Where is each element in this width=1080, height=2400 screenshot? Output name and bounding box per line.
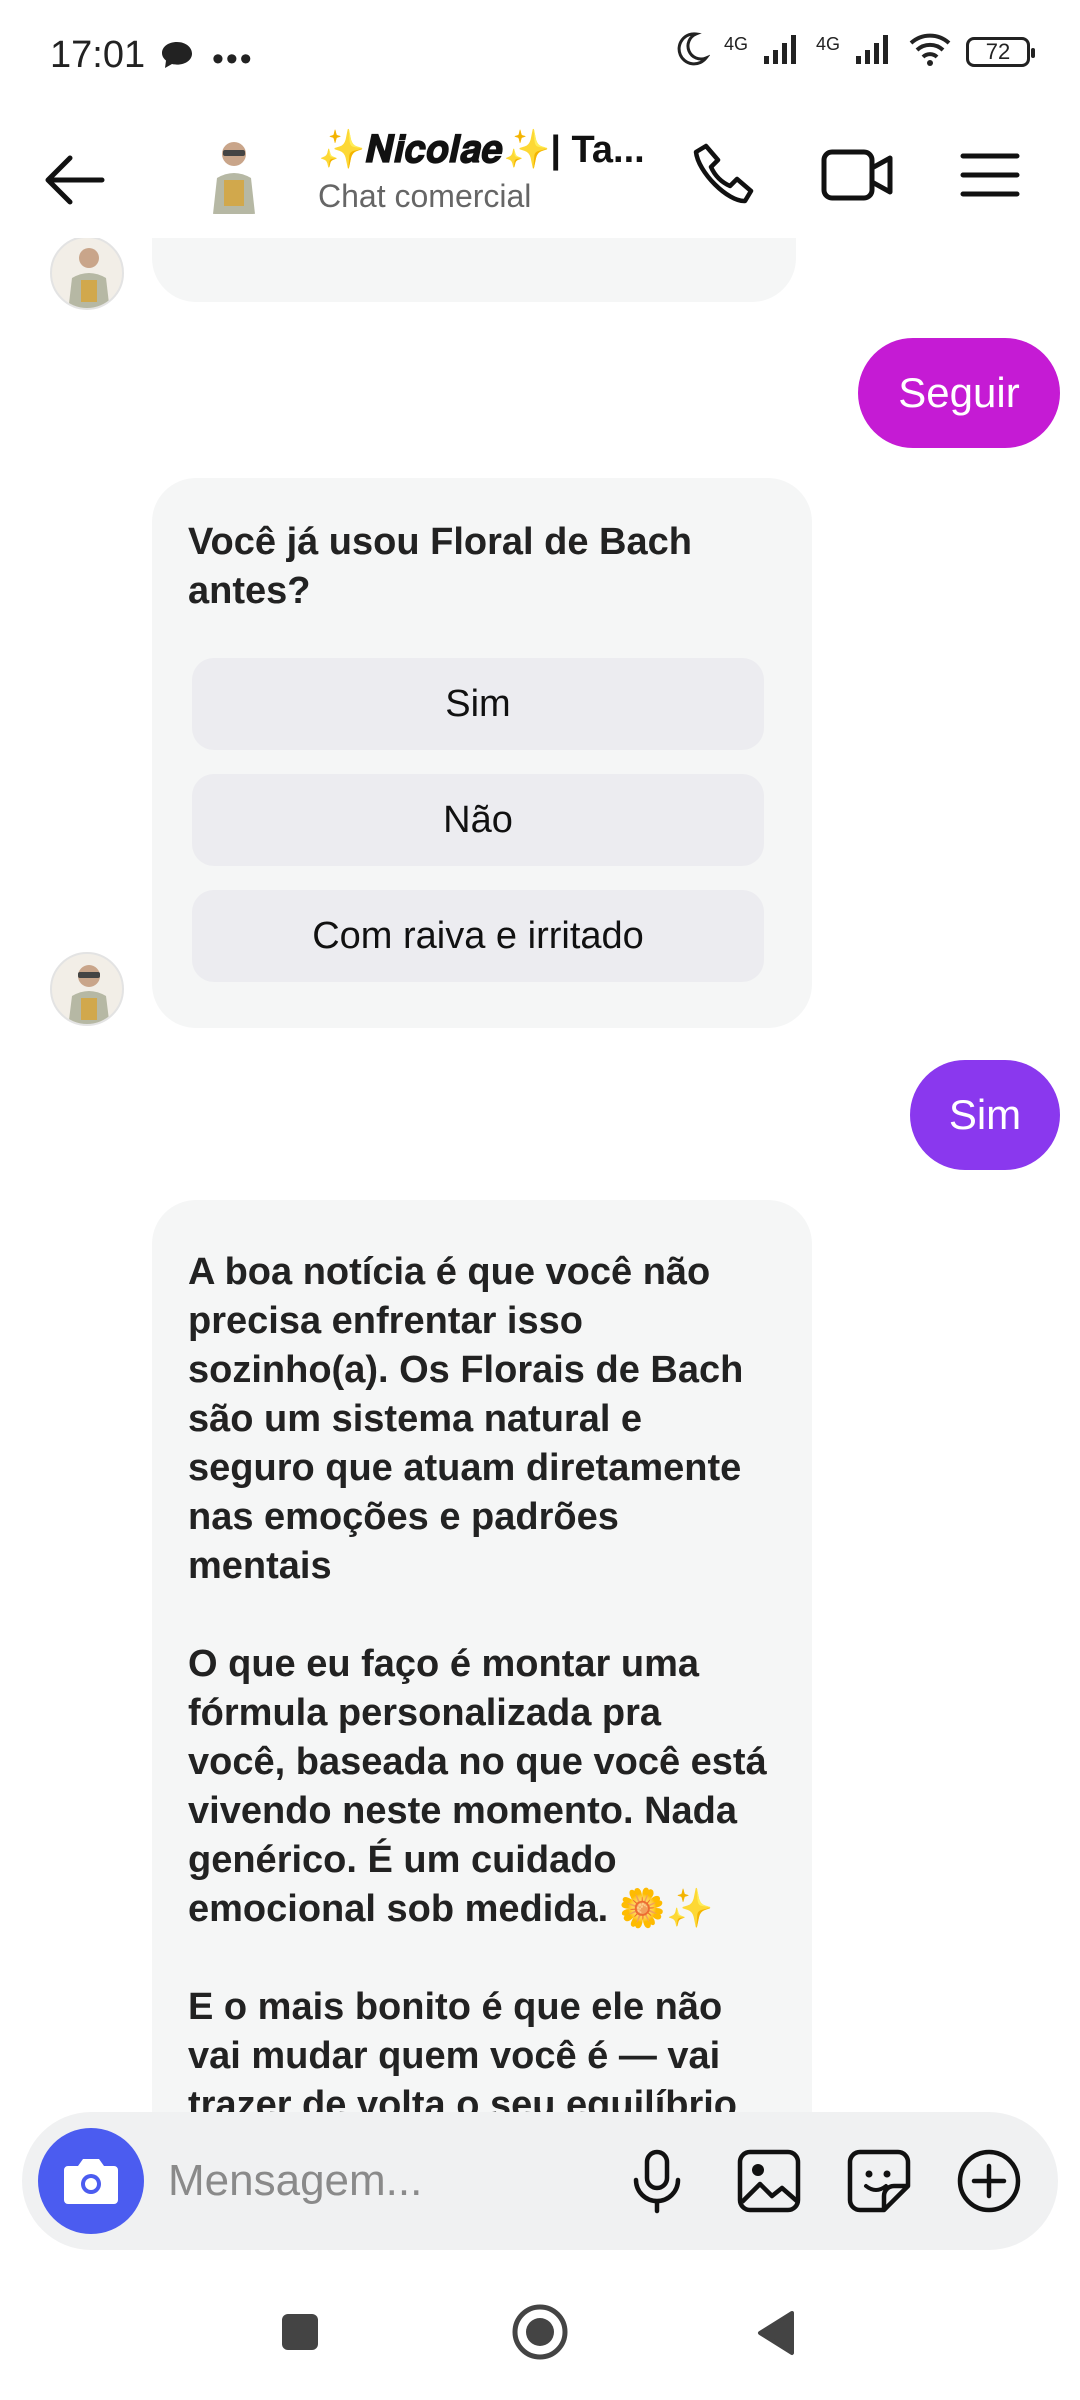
back-button[interactable] — [40, 150, 110, 210]
home-button[interactable] — [510, 2302, 570, 2362]
sticker-button[interactable] — [844, 2146, 914, 2216]
contact-avatar[interactable] — [205, 132, 263, 214]
sender-avatar[interactable] — [50, 952, 124, 1026]
network-type-label: 4G — [723, 34, 748, 54]
message-input[interactable] — [166, 2144, 590, 2218]
chat-header: ✨𝑵𝒊𝒄𝒐𝒍𝒂𝒆✨| Ta... Chat comercial — [0, 120, 1080, 238]
previous-message-bubble — [152, 238, 796, 302]
status-icons: 4G 4G 72 — [672, 30, 1035, 73]
camera-icon — [64, 2159, 118, 2204]
avatar-person-icon — [68, 248, 110, 308]
message-composer — [22, 2112, 1058, 2250]
question-bubble: Você já usou Floral de Bach antes? Sim N… — [152, 478, 812, 1028]
paragraph-3: E o mais bonito é que ele não vai mudar … — [188, 1986, 738, 2112]
chat-title[interactable]: ✨𝑵𝒊𝒄𝒐𝒍𝒂𝒆✨| Ta... — [318, 128, 645, 172]
sent-message-bubble[interactable]: Sim — [910, 1060, 1060, 1170]
system-navigation-bar — [0, 2270, 1080, 2400]
messages-area[interactable]: Seguir Você já usou Floral de Bach antes… — [0, 238, 1080, 2112]
video-call-button[interactable] — [820, 140, 896, 210]
microphone-icon — [633, 2149, 681, 2214]
signal-icon — [762, 32, 802, 71]
option-button-sim[interactable]: Sim — [192, 658, 764, 750]
back-nav-button[interactable] — [756, 2310, 796, 2356]
status-bar: 17:01 ••• 4G 4G 72 — [0, 0, 1080, 120]
triangle-back-icon — [758, 2311, 794, 2355]
image-icon — [737, 2149, 801, 2213]
hamburger-menu-icon — [960, 153, 1020, 197]
option-button-nao[interactable]: Não — [192, 774, 764, 866]
chat-subtitle: Chat comercial — [318, 178, 532, 214]
battery-icon: 72 — [966, 36, 1035, 67]
battery-level: 72 — [985, 38, 1011, 64]
camera-button[interactable] — [38, 2128, 144, 2234]
phone-icon — [693, 143, 754, 204]
avatar-person-icon — [68, 965, 110, 1024]
more-notifications-icon: ••• — [212, 40, 254, 78]
sent-message-text: Seguir — [898, 369, 1020, 416]
circle-home-icon — [512, 2304, 568, 2360]
sender-avatar[interactable] — [50, 238, 124, 310]
voice-call-button[interactable] — [690, 140, 760, 210]
gallery-button[interactable] — [734, 2146, 804, 2216]
wifi-icon — [908, 31, 952, 72]
sticker-icon — [847, 2149, 911, 2213]
question-text: Você já usou Floral de Bach antes? — [188, 521, 692, 612]
network-type-label-2: 4G — [815, 34, 840, 54]
long-message-text: A boa notícia é que você não precisa enf… — [188, 1248, 768, 2112]
option-button-com-raiva[interactable]: Com raiva e irritado — [192, 890, 764, 982]
paragraph-2: O que eu faço é montar uma fórmula perso… — [188, 1643, 767, 1930]
sent-message-bubble[interactable]: Seguir — [858, 338, 1060, 448]
avatar-person-icon — [205, 132, 263, 214]
plus-circle-icon — [957, 2149, 1021, 2213]
long-message-bubble: A boa notícia é que você não precisa enf… — [152, 1200, 812, 2112]
recent-apps-button[interactable] — [280, 2312, 320, 2352]
sent-message-text: Sim — [948, 1091, 1022, 1138]
signal-icon-2 — [854, 32, 894, 71]
video-camera-icon — [821, 149, 893, 201]
add-button[interactable] — [954, 2146, 1024, 2216]
square-icon — [282, 2314, 318, 2350]
status-time: 17:01 — [50, 34, 146, 76]
paragraph-1: A boa notícia é que você não precisa enf… — [188, 1251, 744, 1587]
microphone-button[interactable] — [622, 2146, 692, 2216]
do-not-disturb-moon-icon — [672, 30, 711, 73]
arrow-left-icon — [45, 155, 105, 205]
menu-button[interactable] — [955, 140, 1025, 210]
chat-bubble-notification-icon — [160, 40, 194, 75]
